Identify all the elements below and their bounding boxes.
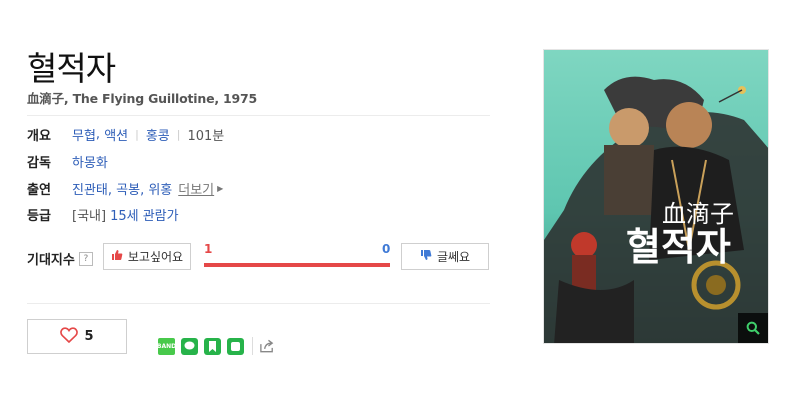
separator: | (176, 127, 181, 141)
help-icon[interactable]: ? (78, 251, 93, 266)
director-link[interactable]: 하몽화 (72, 152, 108, 171)
genre-link-action[interactable]: 액션 (104, 125, 128, 144)
magnifier-icon[interactable] (738, 313, 768, 343)
line-icon[interactable] (181, 337, 198, 355)
rating-link[interactable]: 15세 관람가 (110, 205, 179, 224)
expectation-label: 기대지수 ? (27, 249, 93, 268)
like-button[interactable]: 5 (27, 319, 127, 354)
cast-label: 출연 (27, 182, 51, 198)
cast-links[interactable]: 진관태, 곡봉, 위홍 (72, 179, 172, 198)
share-toolbar: BAND (157, 337, 282, 355)
chevron-right-icon: ▶ (217, 183, 224, 193)
movie-title: 혈적자 (27, 49, 116, 88)
share-arrow-icon[interactable] (259, 338, 276, 355)
director-row: 감독 하몽화 (27, 150, 108, 172)
rating-row: 등급 [국내] 15세 관람가 (27, 203, 179, 225)
top-divider (27, 115, 490, 116)
separator (252, 337, 253, 355)
poster-title-hanja: 血滴子 (662, 200, 734, 228)
separator: | (135, 127, 139, 141)
want-to-see-button[interactable]: 보고싶어요 (103, 243, 191, 270)
heart-outline-icon (60, 326, 79, 347)
runtime: 101분 (187, 128, 225, 144)
bottom-divider (27, 303, 490, 304)
like-count: 5 (84, 329, 94, 344)
rating-label: 등급 (27, 208, 51, 224)
movie-poster[interactable]: 血滴子 혈적자 (543, 49, 769, 344)
poster-title-hangul: 혈적자 (626, 225, 731, 269)
overview-row: 개요 무협, 액션 | 홍콩 | 101분 (27, 125, 225, 144)
rating-region: [국내] (72, 208, 107, 224)
cast-row: 출연 진관태, 곡봉, 위홍 더보기 ▶ (27, 177, 223, 199)
blog-icon[interactable] (227, 337, 244, 355)
band-icon[interactable]: BAND (157, 337, 176, 355)
cast-more-link[interactable]: 더보기 (178, 179, 214, 198)
dislike-count: 0 (382, 242, 391, 256)
not-sure-button[interactable]: 글쎄요 (401, 243, 489, 270)
genre-link-martial-arts[interactable]: 무협 (72, 125, 96, 144)
expectation-bar (204, 263, 390, 267)
expectation-bar-fill (204, 263, 390, 267)
country-link[interactable]: 홍콩 (146, 125, 170, 144)
not-sure-label: 글쎄요 (436, 250, 471, 264)
movie-subtitle: 血滴子, The Flying Guillotine, 1975 (27, 91, 258, 106)
overview-label: 개요 (27, 128, 51, 144)
thumbs-up-icon (111, 249, 123, 264)
bookmark-icon[interactable] (204, 337, 221, 355)
director-label: 감독 (27, 155, 51, 171)
want-count: 1 (204, 242, 213, 256)
thumbs-down-icon (420, 249, 432, 264)
want-to-see-label: 보고싶어요 (127, 250, 184, 264)
